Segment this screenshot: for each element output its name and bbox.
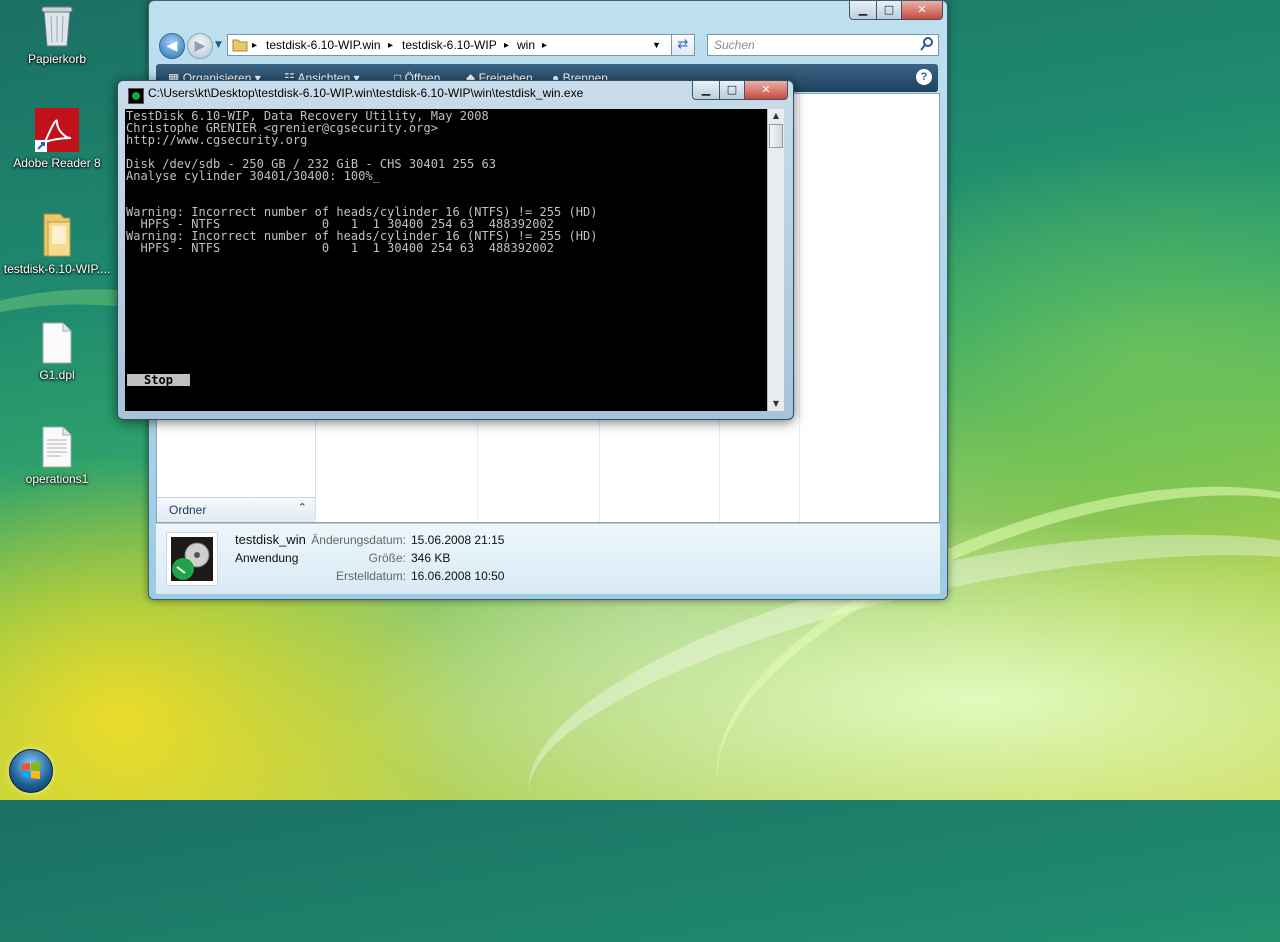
windows-logo-icon xyxy=(21,761,41,784)
breadcrumb-separator[interactable]: ▸ xyxy=(388,40,393,51)
adobe-reader-icon xyxy=(35,108,79,152)
desktop-icon-g1-dpl[interactable]: G1.dpl xyxy=(2,322,112,382)
folders-label: Ordner xyxy=(169,503,207,517)
modified-label: Änderungsdatum: xyxy=(311,533,406,547)
modified-value: 15.06.2008 21:15 xyxy=(411,533,505,547)
size-label: Größe: xyxy=(368,551,406,565)
console-scrollbar[interactable]: ▲ ▼ xyxy=(767,109,784,411)
start-button[interactable] xyxy=(9,749,53,793)
folders-toggle[interactable]: Ordner ⌃ xyxy=(157,497,315,522)
column-divider xyxy=(799,94,800,522)
desktop-icon-label: operations1 xyxy=(25,472,89,486)
console-line: http://www.cgsecurity.org xyxy=(126,133,308,147)
address-dropdown-icon[interactable]: ▼ xyxy=(652,40,661,50)
console-close-button[interactable]: ✕ xyxy=(744,81,788,100)
console-window[interactable]: C:\Users\kt\Desktop\testdisk-6.10-WIP.wi… xyxy=(117,80,794,420)
breadcrumb-item[interactable]: testdisk-6.10-WIP xyxy=(402,38,497,52)
breadcrumb-separator[interactable]: ▸ xyxy=(504,40,509,51)
scroll-up-button[interactable]: ▲ xyxy=(768,109,784,123)
address-bar[interactable]: ▸ testdisk-6.10-WIP.win ▸ testdisk-6.10-… xyxy=(227,34,695,56)
help-icon[interactable]: ? xyxy=(916,69,932,85)
explorer-close-button[interactable]: ✕ xyxy=(901,1,943,20)
chevron-up-icon: ⌃ xyxy=(297,502,307,514)
breadcrumb-separator[interactable]: ▸ xyxy=(252,40,257,51)
breadcrumb-separator[interactable]: ▸ xyxy=(542,40,547,51)
console-maximize-button[interactable]: □ xyxy=(719,81,745,100)
desktop-icon-label: Papierkorb xyxy=(27,52,87,66)
details-pane: testdisk_win Anwendung Änderungsdatum: 1… xyxy=(156,523,940,594)
text-file-icon xyxy=(41,426,73,468)
explorer-minimize-button[interactable]: ▁ xyxy=(849,1,877,20)
folder-icon xyxy=(40,212,74,258)
forward-button[interactable]: ▶ xyxy=(187,33,213,59)
console-title: C:\Users\kt\Desktop\testdisk-6.10-WIP.wi… xyxy=(148,86,584,100)
refresh-icon: ⇄ xyxy=(677,37,689,52)
console-app-icon xyxy=(128,88,144,104)
created-value: 16.06.2008 10:50 xyxy=(411,569,505,583)
scroll-down-button[interactable]: ▼ xyxy=(768,397,784,411)
desktop-icon-recycle-bin[interactable]: Papierkorb xyxy=(2,4,112,66)
breadcrumb-item[interactable]: testdisk-6.10-WIP.win xyxy=(266,38,381,52)
search-input[interactable]: Suchen xyxy=(707,34,939,56)
search-icon[interactable] xyxy=(920,36,934,55)
console-line: Analyse cylinder 30401/30400: 100%_ xyxy=(126,169,380,183)
desktop-icon-label: G1.dpl xyxy=(39,368,75,382)
desktop-icon-label: Adobe Reader 8 xyxy=(13,156,101,170)
back-button[interactable]: ◀ xyxy=(159,33,185,59)
scroll-thumb[interactable] xyxy=(769,124,783,148)
breadcrumb-item[interactable]: win xyxy=(517,38,535,52)
console-output[interactable]: TestDisk 6.10-WIP, Data Recovery Utility… xyxy=(125,109,767,411)
recycle-bin-icon xyxy=(40,4,74,48)
document-icon xyxy=(41,322,73,364)
refresh-button[interactable]: ⇄ xyxy=(671,34,695,56)
explorer-maximize-button[interactable]: □ xyxy=(876,1,902,20)
desktop-icon-adobe-reader[interactable]: Adobe Reader 8 xyxy=(2,108,112,170)
application-icon xyxy=(166,532,218,586)
recent-pages-dropdown[interactable]: ▼ xyxy=(215,40,222,50)
desktop-icon-testdisk-folder[interactable]: testdisk-6.10-WIP.... xyxy=(2,212,112,276)
desktop-icon-operations1[interactable]: operations1 xyxy=(2,426,112,486)
arrow-left-icon: ◀ xyxy=(166,38,178,54)
stop-button[interactable]: Stop xyxy=(127,374,190,386)
arrow-right-icon: ▶ xyxy=(194,38,206,54)
console-line: HPFS - NTFS 0 1 1 30400 254 63 488392002 xyxy=(126,241,555,255)
navigation-bar: ◀ ▶ ▼ ▸ testdisk-6.10-WIP.win ▸ testdisk… xyxy=(157,31,939,61)
folder-icon xyxy=(232,37,248,56)
size-value: 346 KB xyxy=(411,551,451,565)
desktop-icon-label: testdisk-6.10-WIP.... xyxy=(3,262,111,276)
created-label: Erstelldatum: xyxy=(335,569,406,583)
search-placeholder: Suchen xyxy=(714,38,755,52)
console-minimize-button[interactable]: ▁ xyxy=(692,81,720,100)
